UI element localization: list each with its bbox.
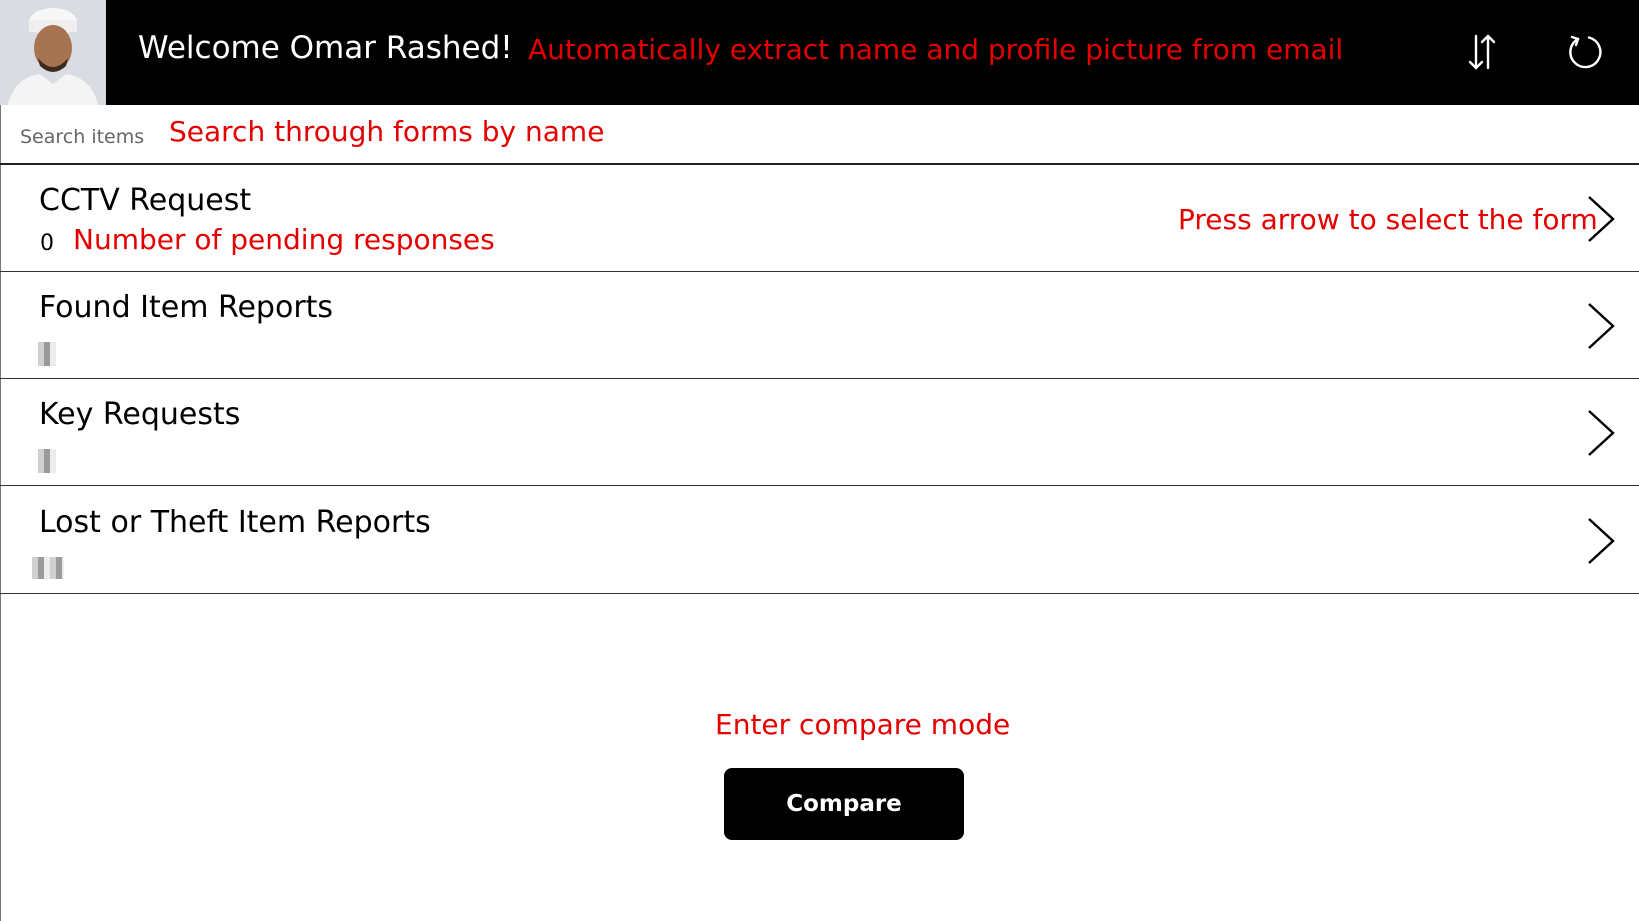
pending-count-redacted bbox=[38, 449, 56, 473]
annotation-search: Search through forms by name bbox=[169, 115, 605, 148]
compare-button[interactable]: Compare bbox=[724, 768, 964, 840]
form-item-cctv-request[interactable]: CCTV Request 0 Number of pending respons… bbox=[0, 165, 1639, 272]
pending-count: 0 bbox=[40, 231, 54, 256]
annotation-compare: Enter compare mode bbox=[715, 708, 1011, 741]
form-item-key-requests[interactable]: Key Requests bbox=[0, 379, 1639, 486]
form-item-found-item-reports[interactable]: Found Item Reports bbox=[0, 272, 1639, 379]
annotation-profile: Automatically extract name and profile p… bbox=[528, 33, 1344, 66]
search-input[interactable] bbox=[18, 121, 162, 153]
sort-button[interactable] bbox=[1458, 28, 1506, 76]
chevron-right-icon[interactable] bbox=[1579, 193, 1619, 245]
form-item-lost-or-theft-item-reports[interactable]: Lost or Theft Item Reports bbox=[0, 487, 1639, 594]
chevron-right-icon[interactable] bbox=[1579, 300, 1619, 352]
chevron-right-icon[interactable] bbox=[1579, 407, 1619, 459]
refresh-button[interactable] bbox=[1561, 28, 1609, 76]
header-bar: Welcome Omar Rashed! Automatically extra… bbox=[0, 0, 1639, 105]
form-title: Lost or Theft Item Reports bbox=[39, 505, 431, 540]
form-title: Found Item Reports bbox=[39, 290, 334, 325]
annotation-pending: Number of pending responses bbox=[73, 223, 495, 256]
pending-count-redacted bbox=[32, 557, 64, 579]
chevron-right-icon[interactable] bbox=[1579, 515, 1619, 567]
annotation-arrow: Press arrow to select the form bbox=[1178, 203, 1598, 236]
search-bar: Search through forms by name bbox=[0, 105, 1639, 165]
welcome-message: Welcome Omar Rashed! bbox=[138, 30, 513, 66]
form-title: CCTV Request bbox=[39, 183, 252, 218]
sort-arrows-icon bbox=[1468, 34, 1496, 70]
refresh-icon bbox=[1569, 35, 1602, 69]
pending-count-redacted bbox=[38, 342, 56, 366]
avatar bbox=[0, 0, 106, 105]
form-title: Key Requests bbox=[39, 397, 241, 432]
